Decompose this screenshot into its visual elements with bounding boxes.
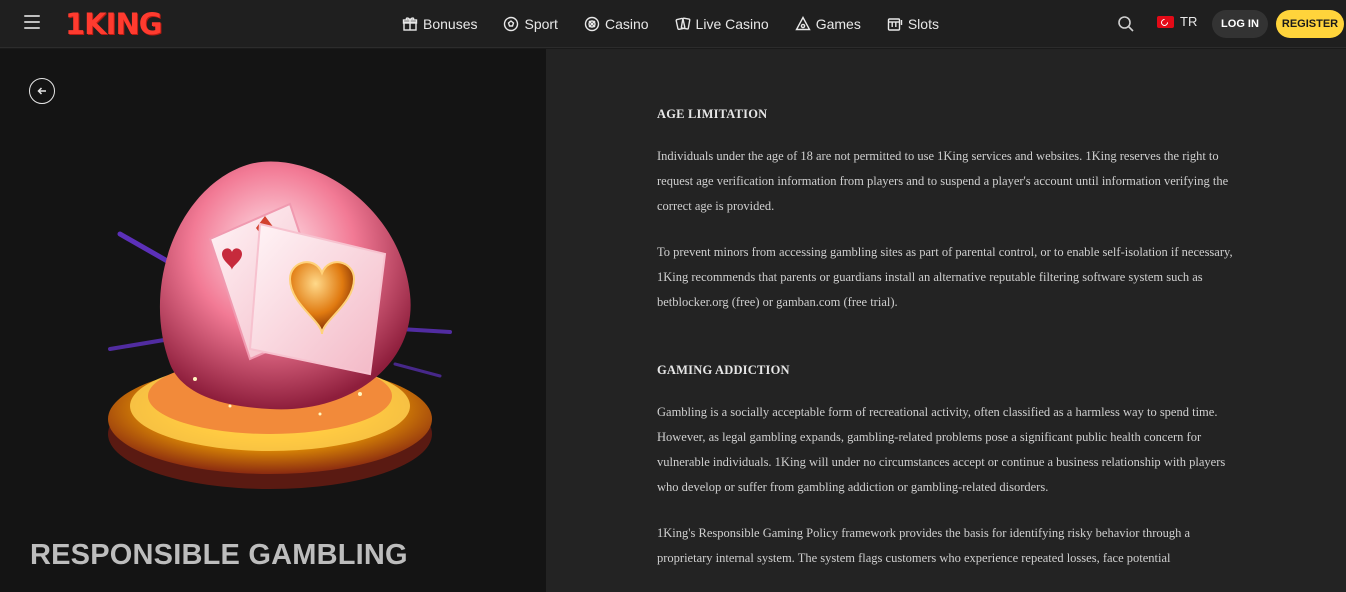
nav-casino[interactable]: Casino [584, 16, 649, 32]
menu-icon[interactable] [24, 15, 40, 29]
nav-live-casino[interactable]: Live Casino [675, 16, 769, 32]
back-button[interactable] [29, 78, 55, 104]
logo[interactable]: 1KING [65, 7, 163, 41]
soccer-ball-icon [504, 16, 519, 32]
games-icon [795, 16, 811, 31]
cards-icon [675, 17, 690, 31]
nav-label: Bonuses [423, 16, 478, 32]
paragraph: Gambling is a socially acceptable form o… [657, 405, 1226, 494]
arrow-left-icon [37, 87, 46, 95]
casino-chip-icon [584, 16, 600, 32]
section-heading: AGE LIMITATION [657, 107, 768, 121]
nav-slots[interactable]: Slots [887, 16, 939, 32]
paragraph: To prevent minors from accessing gamblin… [657, 245, 1233, 309]
policy-text: AGE LIMITATION Individuals under the age… [657, 107, 1247, 571]
register-button[interactable]: REGISTER [1276, 10, 1344, 38]
paragraph: 1King's Responsible Gaming Policy framew… [657, 526, 1191, 565]
search-icon[interactable] [1117, 15, 1135, 33]
language-selector[interactable]: TR [1157, 14, 1197, 29]
section-heading: GAMING ADDICTION [657, 363, 790, 377]
gift-icon [402, 17, 418, 31]
nav-games[interactable]: Games [795, 16, 861, 32]
nav-label: Games [815, 16, 861, 32]
main-nav: Bonuses Sport Casino Live Casino Games S… [402, 0, 965, 48]
nav-label: Live Casino [695, 16, 769, 32]
policy-content-panel: AGE LIMITATION Individuals under the age… [546, 49, 1346, 592]
login-button[interactable]: LOG IN [1212, 10, 1268, 38]
top-header: 1KING Bonuses Sport Casino Live Casino G… [0, 0, 1346, 48]
page-title: RESPONSIBLE GAMBLING [30, 539, 408, 571]
turkey-flag-icon [1157, 15, 1174, 28]
nav-sport[interactable]: Sport [503, 16, 558, 32]
nav-label: Casino [604, 16, 649, 32]
slot-machine-icon [887, 18, 903, 31]
paragraph: Individuals under the age of 18 are not … [657, 149, 1229, 213]
hero-panel: RESPONSIBLE GAMBLING [0, 49, 546, 592]
nav-label: Slots [907, 16, 939, 32]
nav-bonuses[interactable]: Bonuses [402, 16, 477, 32]
language-code: TR [1180, 14, 1198, 29]
casino-cards-illustration [108, 161, 452, 489]
nav-label: Sport [524, 16, 558, 32]
